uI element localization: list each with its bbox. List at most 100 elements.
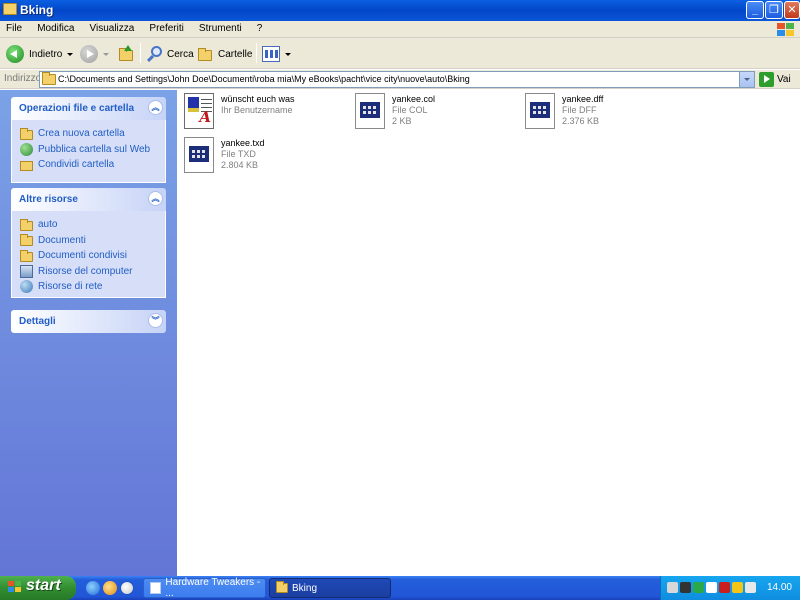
place-documents[interactable]: Documenti	[20, 233, 165, 249]
title-bar[interactable]: Bking _ ❐ ✕	[0, 0, 800, 21]
up-folder-button[interactable]	[118, 42, 136, 66]
folder-icon	[20, 218, 33, 231]
menu-file[interactable]: File	[6, 21, 22, 34]
place-label: Risorse di rete	[38, 281, 103, 293]
place-label: Risorse del computer	[38, 265, 133, 277]
file-size: 2 KB	[392, 116, 412, 126]
place-network[interactable]: Risorse di rete	[20, 279, 165, 295]
place-label: Documenti condivisi	[38, 250, 127, 262]
file-size: 2.804 KB	[221, 160, 259, 170]
close-button[interactable]: ✕	[784, 1, 800, 19]
menu-help[interactable]: ?	[257, 21, 263, 34]
tray-alert-icon[interactable]	[732, 582, 743, 593]
search-button[interactable]: Cerca	[146, 42, 194, 66]
place-my-computer[interactable]: Risorse del computer	[20, 264, 165, 280]
taskbar-button-bking[interactable]: Bking	[269, 578, 391, 598]
file-list-view[interactable]: A wünscht euch was Ihr Benutzername yank…	[177, 90, 800, 576]
panel-header[interactable]: Dettagli ︾	[11, 310, 166, 333]
internet-explorer-icon[interactable]	[86, 581, 100, 595]
panel-body: auto Documenti Documenti condivisi Risor…	[11, 211, 166, 298]
task-label: Pubblica cartella sul Web	[38, 143, 151, 155]
address-dropdown-button[interactable]	[739, 72, 754, 87]
forward-dropdown-icon[interactable]	[103, 52, 109, 56]
generic-file-icon	[354, 92, 386, 130]
menu-bar: File Modifica Visualizza Preferiti Strum…	[0, 21, 800, 38]
file-item[interactable]: yankee.col File COL 2 KB	[354, 92, 435, 130]
minimize-button[interactable]: _	[746, 1, 764, 19]
views-button[interactable]	[262, 42, 291, 66]
task-share-folder[interactable]: Condividi cartella	[20, 157, 165, 173]
start-button[interactable]: start	[0, 576, 76, 600]
collapse-chevron-icon[interactable]: ︽	[148, 100, 163, 115]
file-type: Ihr Benutzername	[221, 105, 293, 115]
ati-icon[interactable]	[719, 582, 730, 593]
file-type: File TXD	[221, 149, 256, 159]
toolbar: Indietro Cerca Cartelle	[0, 38, 800, 69]
back-dropdown-icon[interactable]	[67, 52, 74, 56]
back-arrow-icon	[6, 45, 24, 63]
views-icon	[262, 46, 280, 62]
folder-icon	[42, 72, 56, 85]
folder-icon	[276, 581, 288, 593]
task-new-folder[interactable]: Crea nuova cartella	[20, 126, 165, 142]
file-type: File COL	[392, 105, 428, 115]
place-shared-documents[interactable]: Documenti condivisi	[20, 248, 165, 264]
tray-app-icon[interactable]	[667, 582, 678, 593]
browser-icon	[150, 582, 162, 594]
menu-tools[interactable]: Strumenti	[199, 21, 242, 34]
taskbar-button-hardware-tweakers[interactable]: Hardware Tweakers - ...	[143, 577, 266, 599]
maximize-button[interactable]: ❐	[765, 1, 783, 19]
file-name: wünscht euch was	[221, 94, 295, 104]
generic-file-icon	[183, 136, 215, 174]
new-folder-icon	[20, 127, 33, 140]
file-item[interactable]: yankee.txd File TXD 2.804 KB	[183, 136, 265, 174]
search-icon	[146, 45, 164, 63]
address-label: Indirizzo	[4, 73, 42, 84]
file-name: yankee.txd	[221, 138, 265, 148]
address-path: C:\Documents and Settings\John Doe\Docum…	[58, 74, 470, 84]
file-name: yankee.dff	[562, 94, 604, 104]
tray-app-icon[interactable]	[693, 582, 704, 593]
place-auto[interactable]: auto	[20, 217, 165, 233]
task-publish-web[interactable]: Pubblica cartella sul Web	[20, 142, 165, 158]
file-type: File DFF	[562, 105, 597, 115]
share-folder-icon	[20, 160, 33, 171]
generic-file-icon	[524, 92, 556, 130]
panel-header[interactable]: Altre risorse ︽	[11, 188, 166, 211]
menu-edit[interactable]: Modifica	[37, 21, 74, 34]
menu-view[interactable]: Visualizza	[90, 21, 135, 34]
collapse-chevron-icon[interactable]: ︽	[148, 191, 163, 206]
task-pane: Operazioni file e cartella ︽ Crea nuova …	[0, 90, 177, 576]
file-item[interactable]: yankee.dff File DFF 2.376 KB	[524, 92, 603, 130]
back-label: Indietro	[29, 48, 63, 60]
network-icon	[20, 280, 33, 294]
back-button[interactable]: Indietro	[6, 42, 74, 66]
place-label: Documenti	[38, 234, 86, 246]
media-player-icon[interactable]	[103, 581, 117, 595]
go-button[interactable]: Vai	[759, 71, 791, 88]
file-item[interactable]: A wünscht euch was Ihr Benutzername	[183, 92, 295, 130]
expand-chevron-icon[interactable]: ︾	[148, 313, 163, 328]
folders-button[interactable]: Cartelle	[198, 42, 252, 66]
menu-favorites[interactable]: Preferiti	[149, 21, 183, 34]
folder-icon	[20, 249, 33, 262]
address-bar: Indirizzo C:\Documents and Settings\John…	[0, 70, 800, 89]
window-title: Bking	[20, 3, 54, 17]
volume-icon[interactable]	[745, 582, 756, 593]
panel-header[interactable]: Operazioni file e cartella ︽	[11, 97, 166, 120]
taskbar-button-label: Hardware Tweakers - ...	[165, 577, 261, 599]
tray-app-icon[interactable]	[680, 582, 691, 593]
views-dropdown-icon[interactable]	[285, 52, 291, 56]
clock[interactable]: 14.00	[767, 582, 792, 593]
file-name: yankee.col	[392, 94, 436, 104]
address-input[interactable]: C:\Documents and Settings\John Doe\Docum…	[39, 71, 755, 88]
tray-app-icon[interactable]	[706, 582, 717, 593]
other-places-panel: Altre risorse ︽ auto Documenti Documenti…	[11, 188, 166, 298]
folders-label: Cartelle	[218, 48, 253, 60]
forward-button[interactable]	[80, 42, 109, 66]
folders-icon	[198, 48, 212, 61]
place-label: auto	[38, 219, 58, 231]
quick-launch-icon[interactable]	[120, 581, 134, 595]
system-tray: 14.00	[660, 576, 800, 600]
file-size: 2.376 KB	[562, 116, 600, 126]
